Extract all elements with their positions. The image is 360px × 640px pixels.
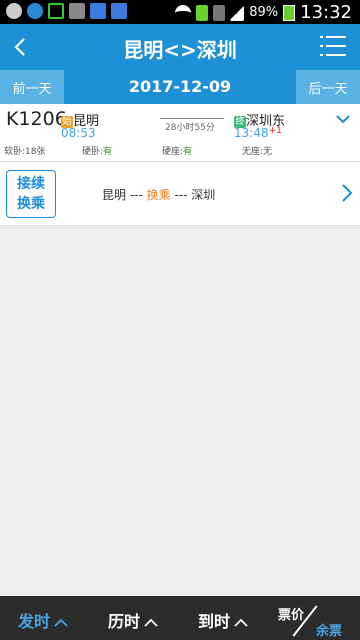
app-q-icon: [27, 3, 43, 19]
seat-standing: 无座:无: [242, 147, 273, 157]
date-selector: 前一天 2017-12-09 后一天: [0, 70, 360, 104]
previous-day-button[interactable]: 前一天: [0, 70, 64, 104]
status-bar: 89% 13:32: [0, 0, 360, 24]
train-list-item[interactable]: K1206 始昆明 08:53 28小时55分 终深圳东 13:48+1 软卧:…: [0, 104, 360, 162]
duration-line: [160, 118, 224, 119]
arrival-time: 13:48+1: [234, 126, 282, 140]
menu-list-icon[interactable]: [320, 36, 346, 58]
seat-hard-sleeper: 硬卧:有: [82, 147, 113, 157]
sim2-icon: [196, 4, 209, 21]
transfer-route: 昆明 --- 换乘 --- 深圳: [102, 188, 216, 202]
transfer-button[interactable]: 接续 换乘: [6, 170, 56, 218]
day-offset: +1: [268, 126, 282, 136]
arrival-time-value: 13:48: [234, 126, 269, 140]
chevron-right-icon[interactable]: [340, 182, 354, 204]
system-indicators: 89% 13:32: [175, 2, 352, 23]
seat-soft-sleeper: 软卧:18张: [4, 147, 46, 157]
sort-price-button[interactable]: 票价: [278, 604, 304, 623]
image-icon: [69, 3, 85, 19]
departure-time: 08:53: [61, 126, 96, 140]
battery-percent: 89%: [249, 5, 279, 20]
transfer-list-item[interactable]: 接续 换乘 昆明 --- 换乘 --- 深圳: [0, 162, 360, 226]
notification-icons: [6, 3, 127, 19]
battery-icon: [283, 4, 296, 21]
chevron-up-icon: [144, 618, 158, 627]
page-title: 昆明<>深圳: [123, 38, 237, 62]
travel-duration: 28小时55分: [165, 123, 215, 133]
sort-duration-button[interactable]: 历时: [108, 608, 158, 632]
sort-bar: 发时 历时 到时 票价 余票: [0, 596, 360, 640]
current-date[interactable]: 2017-12-09: [64, 77, 296, 96]
next-day-button[interactable]: 后一天: [296, 70, 360, 104]
chevron-up-icon: [54, 618, 68, 627]
sort-arrival-button[interactable]: 到时: [198, 608, 248, 632]
shield-icon: [48, 3, 64, 19]
clock: 13:32: [300, 2, 352, 23]
signal-icon: [230, 4, 245, 21]
baidu-icon-2: [111, 3, 127, 19]
app-header: 昆明<>深圳: [0, 24, 360, 70]
seat-hard-seat: 硬座:有: [162, 147, 193, 157]
train-number: K1206: [6, 108, 67, 130]
cloud-icon: [6, 3, 22, 19]
chevron-up-icon: [234, 618, 248, 627]
baidu-icon: [90, 3, 106, 19]
sort-remaining-tickets-button[interactable]: 余票: [316, 620, 342, 639]
chevron-down-icon[interactable]: [336, 112, 350, 126]
no-sim-icon: [213, 4, 226, 21]
wifi-icon: [175, 4, 192, 21]
sort-departure-button[interactable]: 发时: [18, 608, 68, 632]
